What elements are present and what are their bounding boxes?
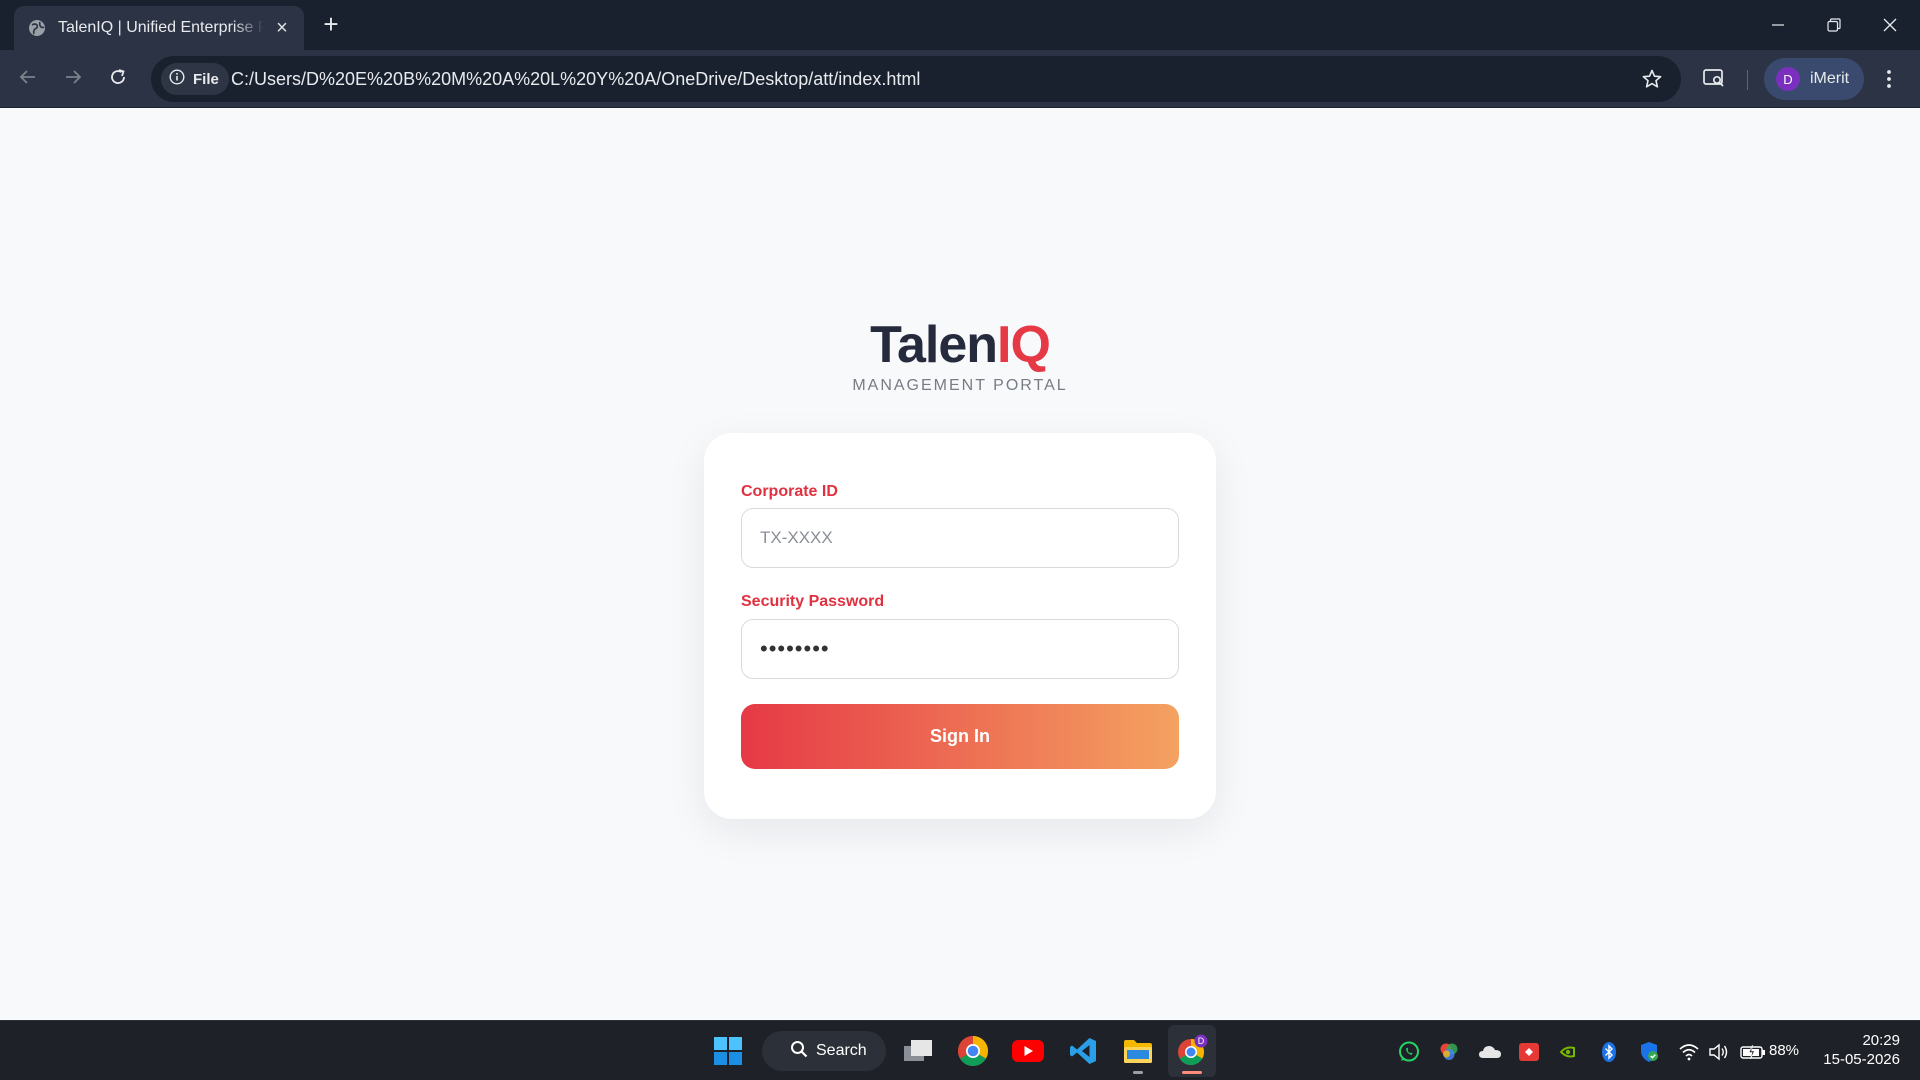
arrow-right-icon: [63, 67, 83, 92]
wifi-icon[interactable]: [1678, 1041, 1700, 1068]
windows-start-icon[interactable]: [708, 1031, 748, 1071]
color-app-icon[interactable]: [1438, 1041, 1460, 1068]
taskbar-search-label: Search: [816, 1042, 867, 1059]
bookmark-star-icon[interactable]: [1641, 68, 1663, 95]
battery-percentage: 88%: [1769, 1042, 1800, 1059]
brand-subtitle: MANAGEMENT PORTAL: [852, 377, 1068, 394]
logo-text-talen: Talen: [870, 316, 998, 374]
brand-logo: TalenIQ: [760, 315, 1160, 375]
search-tabs-icon[interactable]: [1702, 66, 1726, 95]
clock-time: 20:29: [1862, 1032, 1900, 1049]
profile-button[interactable]: D iMerit: [1764, 58, 1864, 100]
security-password-label: Security Password: [741, 593, 885, 610]
clock-date: 15-05-2026: [1823, 1051, 1900, 1068]
security-chip-label: File: [193, 70, 219, 88]
new-tab-icon[interactable]: +: [318, 11, 344, 37]
security-shield-icon[interactable]: [1638, 1041, 1660, 1068]
chrome-active-indicator: [1182, 1071, 1202, 1074]
file-explorer-icon[interactable]: [1118, 1031, 1158, 1071]
globe-icon: [28, 19, 46, 37]
login-card: Corporate ID Security Password •••••••• …: [704, 433, 1216, 819]
svg-text:D: D: [1198, 1036, 1205, 1046]
search-icon: [790, 1040, 816, 1063]
corporate-id-input[interactable]: [741, 508, 1179, 568]
taskbar: Search D 88% 20:29 15-05-2026: [0, 1020, 1920, 1080]
arrow-left-icon: [18, 67, 38, 92]
system-clock[interactable]: 20:29 15-05-2026: [1812, 1031, 1900, 1069]
address-bar[interactable]: File C:/Users/D%20E%20B%20M%20A%20L%20Y%…: [151, 56, 1681, 102]
youtube-icon[interactable]: [1008, 1031, 1048, 1071]
avatar: D: [1776, 67, 1800, 91]
corporate-id-label: Corporate ID: [741, 483, 838, 500]
browser-tab[interactable]: TalenIQ | Unified Enterprise Portal ×: [14, 6, 304, 50]
forward-button[interactable]: [57, 63, 89, 95]
security-password-input[interactable]: ••••••••: [741, 619, 1179, 679]
logo-text-iq: IQ: [997, 316, 1051, 374]
url-text[interactable]: C:/Users/D%20E%20B%20M%20A%20L%20Y%20A/O…: [231, 69, 920, 90]
profile-name: iMerit: [1810, 70, 1850, 87]
battery-icon[interactable]: [1740, 1041, 1766, 1068]
reload-icon: [108, 67, 128, 92]
back-button[interactable]: [12, 63, 44, 95]
brand-header: TalenIQ MANAGEMENT PORTAL: [760, 315, 1160, 395]
info-icon: [169, 69, 193, 89]
browser-titlebar: TalenIQ | Unified Enterprise Portal × +: [0, 0, 1920, 50]
nvidia-icon[interactable]: [1558, 1041, 1580, 1068]
close-window-icon[interactable]: [1862, 0, 1918, 50]
minimize-icon[interactable]: [1750, 0, 1806, 50]
restore-icon[interactable]: [1806, 0, 1862, 50]
tab-title: TalenIQ | Unified Enterprise Portal: [58, 19, 264, 36]
volume-icon[interactable]: [1708, 1041, 1730, 1068]
sign-in-button[interactable]: Sign In: [741, 704, 1179, 769]
file-explorer-running-indicator: [1133, 1071, 1143, 1074]
site-info-chip[interactable]: File: [161, 63, 229, 95]
vscode-icon[interactable]: [1063, 1031, 1103, 1071]
chrome-icon[interactable]: [953, 1031, 993, 1071]
taskbar-search[interactable]: Search: [762, 1031, 886, 1071]
toolbar-divider: [1747, 70, 1748, 90]
page-body: TalenIQ MANAGEMENT PORTAL Corporate ID S…: [0, 109, 1920, 1020]
onedrive-icon[interactable]: [1478, 1041, 1502, 1068]
bluetooth-icon[interactable]: [1598, 1041, 1620, 1068]
browser-toolbar: File C:/Users/D%20E%20B%20M%20A%20L%20Y%…: [0, 50, 1920, 108]
whatsapp-icon[interactable]: [1398, 1041, 1420, 1068]
chrome-profile-icon[interactable]: D: [1172, 1031, 1212, 1071]
more-menu-icon[interactable]: [1876, 66, 1902, 97]
reload-button[interactable]: [102, 63, 134, 95]
task-view-icon[interactable]: [898, 1031, 938, 1071]
tab-close-icon[interactable]: ×: [272, 18, 292, 38]
screen-recorder-icon[interactable]: [1518, 1041, 1540, 1068]
